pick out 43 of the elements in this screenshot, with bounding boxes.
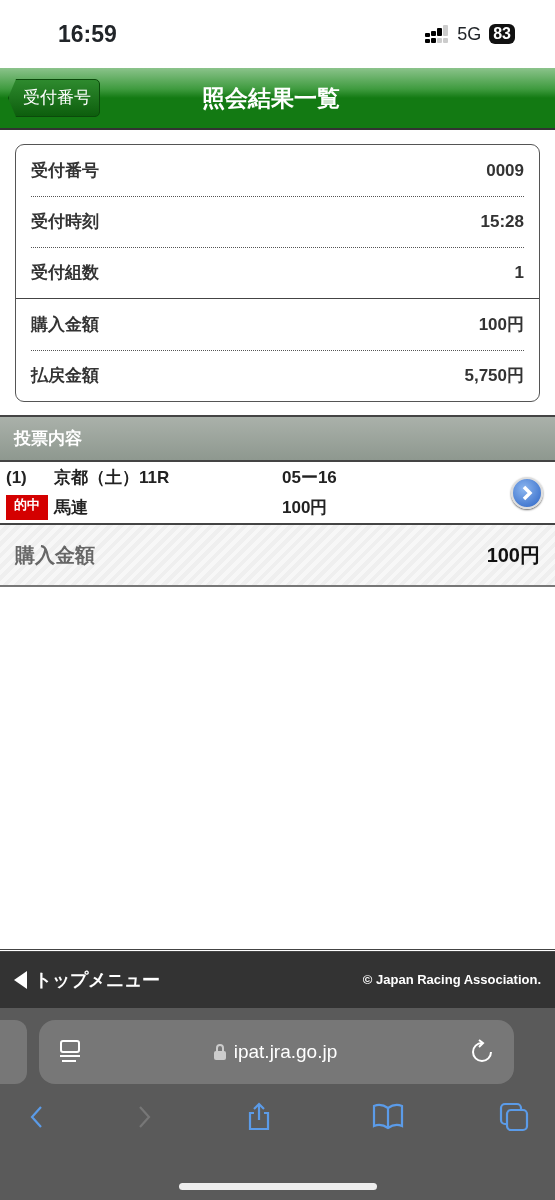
summary-value: 0009 xyxy=(486,159,524,182)
triangle-left-icon xyxy=(14,971,28,989)
summary-value: 100円 xyxy=(478,313,524,336)
bet-number: (1) xyxy=(6,467,28,489)
summary-value: 1 xyxy=(514,262,524,285)
copyright-text: © Japan Racing Association. xyxy=(362,971,541,990)
summary-label: 受付番号 xyxy=(31,159,99,182)
book-button[interactable] xyxy=(372,1102,405,1132)
hit-badge: 的中 xyxy=(6,494,48,520)
url-text: ipat.jra.go.jp xyxy=(233,1039,338,1064)
bet-type: 馬連 xyxy=(54,496,89,519)
status-time: 16:59 xyxy=(58,19,117,49)
summary-label: 受付時刻 xyxy=(31,211,99,234)
back-icon xyxy=(30,1105,43,1130)
lock-icon xyxy=(213,1044,226,1060)
summary-value: 15:28 xyxy=(480,211,524,234)
reader-icon xyxy=(59,1040,81,1064)
summary-label: 払戻金額 xyxy=(31,365,99,388)
battery-level: 83 xyxy=(489,24,515,44)
bet-combination: 05ー16 xyxy=(282,467,337,489)
total-label: 購入金額 xyxy=(15,543,95,568)
summary-value: 5,750円 xyxy=(464,365,524,388)
adjacent-tab[interactable] xyxy=(0,1020,27,1084)
tabs-button[interactable] xyxy=(499,1102,531,1132)
page-title: 照会結果一覧 xyxy=(202,83,340,113)
race-name: 京都（土）11R xyxy=(54,467,171,489)
detail-button[interactable] xyxy=(511,476,543,509)
total-value: 100円 xyxy=(486,543,540,568)
top-menu-link[interactable]: トップメニュー xyxy=(14,966,160,994)
forward-icon xyxy=(137,1105,151,1130)
bet-amount: 100円 xyxy=(282,496,329,519)
section-title: 投票内容 xyxy=(14,427,82,450)
signal-icon xyxy=(425,25,450,43)
back-button[interactable]: 受付番号 xyxy=(8,79,100,117)
back-button[interactable] xyxy=(30,1104,43,1130)
summary-label: 受付組数 xyxy=(31,262,99,285)
reload-icon xyxy=(470,1039,494,1065)
summary-label: 購入金額 xyxy=(31,313,99,336)
network-type: 5G xyxy=(457,22,482,46)
chevron-right-icon xyxy=(521,484,533,501)
book-icon xyxy=(372,1102,405,1132)
tabs-icon xyxy=(499,1102,531,1132)
address-bar[interactable]: ipat.jra.go.jp xyxy=(39,1020,514,1084)
